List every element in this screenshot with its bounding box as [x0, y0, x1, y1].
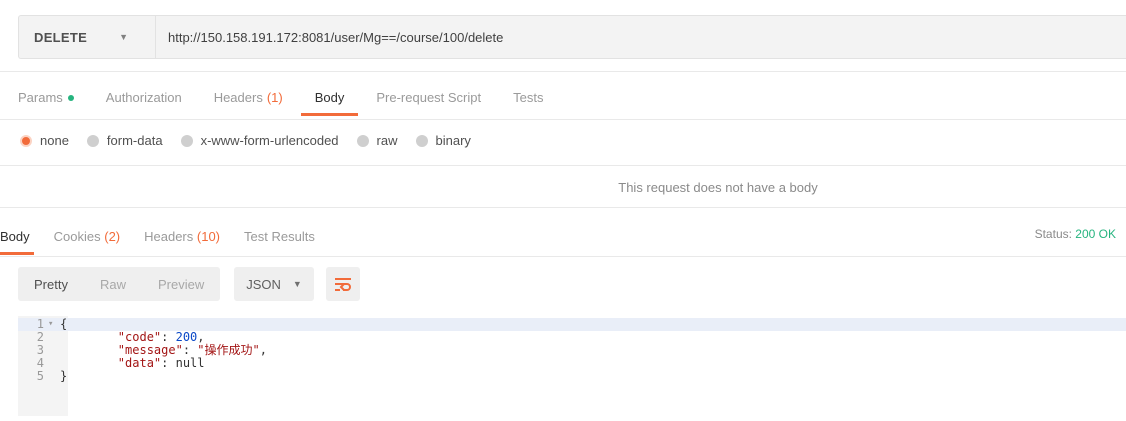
line-number: 5: [36, 369, 44, 383]
divider: [0, 119, 1126, 120]
radio-label: form-data: [106, 133, 163, 148]
tab-label: Pre-request Script: [376, 90, 482, 105]
tab-label: Authorization: [105, 90, 182, 105]
radio-x-www-form-urlencoded[interactable]: x-www-form-urlencoded: [180, 133, 339, 148]
url-input[interactable]: http://150.158.191.172:8081/user/Mg==/co…: [156, 30, 503, 45]
url-bar: DELETE ▼ http://150.158.191.172:8081/use…: [18, 15, 1126, 59]
format-toolbar: Pretty Raw Preview JSON ▼: [18, 267, 360, 301]
tab-label: Headers: [213, 90, 263, 105]
code-line: 5 }: [18, 370, 1126, 383]
wrap-lines-icon: [334, 278, 351, 291]
language-select[interactable]: JSON ▼: [234, 267, 314, 301]
status-value: 200 OK: [1075, 227, 1116, 241]
tab-count: (2): [104, 229, 121, 244]
code-line: 4 "data": null: [18, 357, 1126, 370]
radio-label: raw: [376, 133, 398, 148]
fold-toggle-icon[interactable]: ▾: [48, 318, 60, 331]
radio-icon: [86, 134, 99, 147]
response-tab-test-results[interactable]: Test Results: [244, 229, 315, 253]
tab-headers[interactable]: Headers (1): [214, 90, 283, 114]
tab-pre-request-script[interactable]: Pre-request Script: [376, 90, 481, 114]
format-preview-button[interactable]: Preview: [142, 277, 220, 292]
radio-label: x-www-form-urlencoded: [200, 133, 339, 148]
json-value: "操作成功": [197, 343, 260, 357]
radio-icon: [415, 134, 428, 147]
response-tab-cookies[interactable]: Cookies (2): [54, 229, 120, 253]
divider: [0, 71, 1126, 72]
chevron-down-icon: ▼: [292, 279, 302, 289]
active-tab-underline: [0, 252, 34, 255]
method-select[interactable]: DELETE ▼: [19, 16, 156, 58]
json-tail: ,: [259, 343, 267, 357]
tab-count: (1): [266, 90, 283, 105]
status-label: Status:: [1034, 227, 1072, 241]
wrap-lines-button[interactable]: [325, 267, 360, 301]
request-tabs: Params Authorization Headers (1) Body Pr…: [18, 90, 575, 116]
json-key: "data": [117, 356, 162, 370]
response-status: Status: 200 OK: [1035, 227, 1116, 241]
method-label: DELETE: [34, 29, 88, 45]
divider: [0, 256, 1126, 257]
divider: [0, 207, 1126, 208]
radio-icon: [356, 134, 369, 147]
json-separator: :: [161, 356, 176, 370]
radio-selected-icon: [20, 134, 32, 147]
tab-label: Test Results: [244, 229, 315, 244]
radio-label: none: [40, 133, 69, 148]
radio-binary[interactable]: binary: [415, 133, 471, 148]
tab-params[interactable]: Params: [18, 90, 74, 114]
tab-authorization[interactable]: Authorization: [106, 90, 182, 114]
tab-label: Body: [314, 90, 345, 105]
divider: [0, 165, 1126, 166]
radio-form-data[interactable]: form-data: [86, 133, 163, 148]
radio-raw[interactable]: raw: [356, 133, 398, 148]
language-select-value: JSON: [246, 276, 281, 292]
tab-label: Params: [18, 90, 63, 105]
format-raw-button[interactable]: Raw: [84, 277, 142, 292]
tab-tests[interactable]: Tests: [513, 90, 543, 114]
response-tab-body[interactable]: Body: [0, 229, 34, 255]
tab-label: Headers: [144, 229, 194, 244]
tab-label: Body: [0, 229, 30, 244]
radio-none[interactable]: none: [20, 133, 69, 148]
response-body-editor[interactable]: 1 ▾ { 2 "code": 200, 3 "message": "操作成功"…: [18, 316, 1126, 421]
response-tabs: Body Cookies (2) Headers (10) Test Resul…: [0, 229, 339, 255]
response-tab-headers[interactable]: Headers (10): [144, 229, 220, 253]
active-tab-underline: [300, 113, 359, 116]
json-value: null: [175, 356, 205, 370]
chevron-down-icon: ▼: [119, 32, 129, 42]
tab-body[interactable]: Body: [300, 90, 359, 116]
format-button-group: Pretty Raw Preview: [18, 267, 221, 301]
tab-label: Cookies: [53, 229, 101, 244]
tab-label: Tests: [513, 90, 544, 105]
body-type-radios: none form-data x-www-form-urlencoded raw…: [20, 133, 489, 148]
radio-label: binary: [435, 133, 471, 148]
code-text: }: [60, 369, 68, 383]
format-pretty-button[interactable]: Pretty: [18, 277, 84, 292]
params-indicator-dot: [67, 95, 74, 101]
radio-icon: [180, 134, 193, 147]
no-body-message: This request does not have a body: [618, 180, 818, 195]
tab-count: (10): [196, 229, 221, 244]
